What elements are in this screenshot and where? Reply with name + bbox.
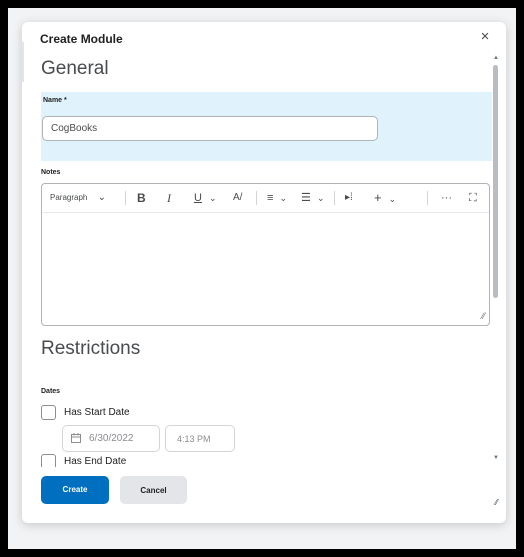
create-button[interactable]: Create bbox=[41, 476, 109, 504]
more-options-icon[interactable]: ··· bbox=[441, 191, 452, 205]
align-left-icon: ≡ bbox=[267, 192, 274, 204]
list-dropdown[interactable]: ☰ ⌄ bbox=[301, 191, 324, 205]
start-date-value: 6/30/2022 bbox=[89, 433, 134, 444]
toolbar-divider bbox=[334, 191, 335, 205]
create-module-dialog: Create Module × General Name * Notes Par… bbox=[22, 22, 506, 523]
has-end-date-label: Has End Date bbox=[64, 456, 127, 467]
general-heading: General bbox=[41, 58, 109, 79]
start-time-value: 4:13 PM bbox=[177, 434, 211, 444]
align-dropdown[interactable]: ≡ ⌄ bbox=[267, 191, 287, 205]
bold-button[interactable]: B bbox=[137, 191, 146, 205]
close-icon[interactable]: × bbox=[478, 29, 492, 45]
italic-button[interactable]: I bbox=[167, 191, 171, 205]
has-end-date-checkbox[interactable] bbox=[41, 454, 56, 467]
start-date-input[interactable]: 6/30/2022 bbox=[62, 425, 160, 452]
cancel-button[interactable]: Cancel bbox=[120, 476, 187, 504]
paragraph-format-dropdown[interactable]: Paragraph ⌄ bbox=[50, 191, 106, 205]
scroll-up-icon[interactable]: ▲ bbox=[493, 55, 499, 61]
name-input[interactable] bbox=[42, 116, 378, 141]
notes-label: Notes bbox=[41, 169, 61, 176]
dates-label: Dates bbox=[41, 388, 61, 395]
scroll-down-icon[interactable]: ▼ bbox=[493, 455, 499, 461]
toolbar-divider bbox=[256, 191, 257, 205]
start-time-input[interactable]: 4:13 PM bbox=[165, 425, 235, 452]
chevron-down-icon: ⌄ bbox=[388, 194, 397, 204]
calendar-icon bbox=[71, 433, 81, 443]
fullscreen-icon[interactable]: ⛶ bbox=[469, 191, 477, 205]
insert-dropdown[interactable]: + ⌄ bbox=[374, 191, 396, 205]
underline-button[interactable]: U ⌄ bbox=[194, 191, 217, 205]
font-color-icon[interactable]: A/ bbox=[233, 191, 242, 205]
plus-icon: + bbox=[374, 190, 382, 205]
bullet-list-icon: ☰ bbox=[301, 192, 311, 204]
underline-label: U bbox=[194, 192, 202, 204]
chevron-down-icon: ⌄ bbox=[279, 193, 288, 203]
chevron-down-icon: ⌄ bbox=[316, 193, 325, 203]
name-label: Name * bbox=[43, 97, 67, 104]
editor-toolbar: Paragraph ⌄ B I U ⌄ A/ ≡ ⌄ ☰ ⌄ ▸⁞ + ⌄ ··… bbox=[42, 184, 489, 213]
vertical-scrollbar[interactable]: ▲ ▼ bbox=[491, 55, 500, 465]
dialog-resize-icon[interactable]: ⁄⁄ bbox=[495, 498, 498, 507]
resize-handle-icon[interactable]: ⁄⁄ bbox=[482, 311, 485, 321]
insert-media-icon[interactable]: ▸⁞ bbox=[345, 191, 353, 205]
has-start-date-checkbox[interactable] bbox=[41, 405, 56, 420]
has-start-date-label: Has Start Date bbox=[64, 407, 130, 418]
notes-editor[interactable]: Paragraph ⌄ B I U ⌄ A/ ≡ ⌄ ☰ ⌄ ▸⁞ + ⌄ ··… bbox=[41, 183, 490, 326]
dialog-title: Create Module bbox=[40, 32, 123, 46]
toolbar-divider bbox=[125, 191, 126, 205]
paragraph-label: Paragraph bbox=[50, 193, 88, 202]
chevron-down-icon: ⌄ bbox=[209, 193, 217, 203]
chevron-down-icon: ⌄ bbox=[97, 192, 106, 203]
name-field-group: Name * bbox=[41, 92, 492, 161]
restrictions-heading: Restrictions bbox=[41, 338, 141, 359]
scrollbar-thumb[interactable] bbox=[493, 65, 498, 298]
dialog-scroll-area[interactable]: General Name * Notes Paragraph ⌄ B I U ⌄… bbox=[22, 52, 506, 467]
toolbar-divider bbox=[427, 191, 428, 205]
